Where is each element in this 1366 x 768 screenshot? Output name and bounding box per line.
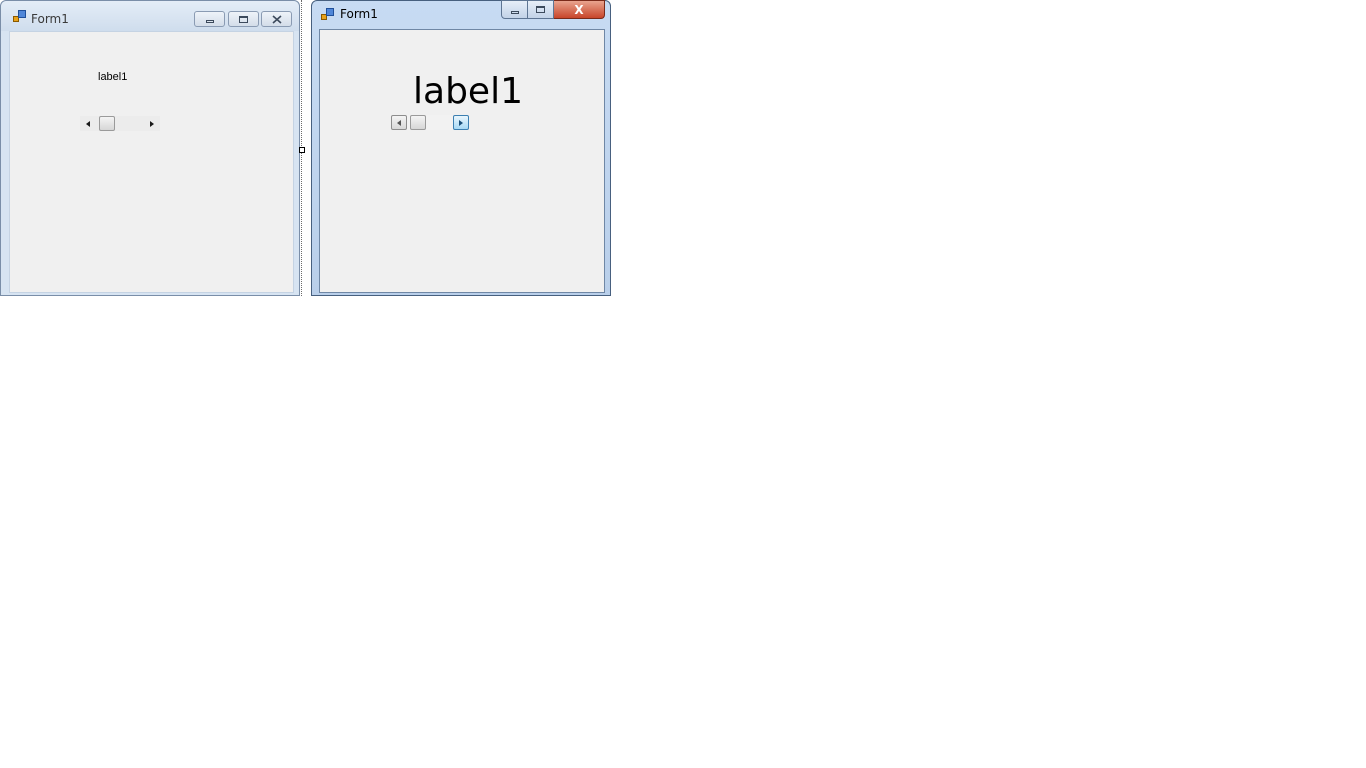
runtime-scroll-left-button[interactable] [391, 115, 407, 130]
maximize-icon [239, 15, 248, 23]
designer-form-titlebar[interactable]: Form1 [1, 1, 299, 31]
triangle-left-icon [397, 119, 401, 126]
runtime-form-window[interactable]: Form1 X label1 [311, 0, 611, 296]
runtime-maximize-button[interactable] [528, 0, 554, 19]
runtime-label1: label1 [413, 71, 523, 112]
triangle-left-icon [86, 120, 90, 127]
form-app-icon [13, 10, 27, 24]
close-icon: X [574, 2, 584, 17]
designer-form-title: Form1 [31, 12, 69, 26]
triangle-right-icon [459, 119, 463, 126]
form-app-icon [321, 8, 335, 22]
runtime-caption-buttons: X [501, 0, 605, 19]
designer-close-button[interactable] [261, 11, 292, 27]
runtime-minimize-button[interactable] [501, 0, 528, 19]
close-icon [271, 14, 282, 24]
designer-maximize-button[interactable] [228, 11, 259, 27]
designer-scroll-left-button[interactable] [80, 116, 96, 131]
runtime-scroll-thumb[interactable] [410, 115, 426, 130]
minimize-icon [205, 20, 214, 23]
designer-minimize-button[interactable] [194, 11, 225, 27]
designer-label1[interactable]: label1 [98, 71, 127, 83]
maximize-icon [536, 6, 545, 13]
designer-scroll-right-button[interactable] [144, 116, 160, 131]
designer-hscrollbar[interactable] [80, 116, 160, 131]
designer-scroll-thumb[interactable] [99, 116, 116, 131]
runtime-form-client-area: label1 [319, 29, 605, 293]
minimize-icon [510, 10, 519, 14]
runtime-close-button[interactable]: X [554, 0, 605, 19]
runtime-scroll-right-button[interactable] [453, 115, 469, 130]
designer-form-window[interactable]: Form1 label1 [0, 0, 300, 296]
triangle-right-icon [150, 120, 154, 127]
runtime-hscrollbar[interactable] [391, 115, 469, 130]
runtime-form-title: Form1 [340, 7, 378, 21]
designer-resize-handle[interactable] [299, 147, 305, 153]
designer-form-client-area: label1 [9, 31, 294, 293]
